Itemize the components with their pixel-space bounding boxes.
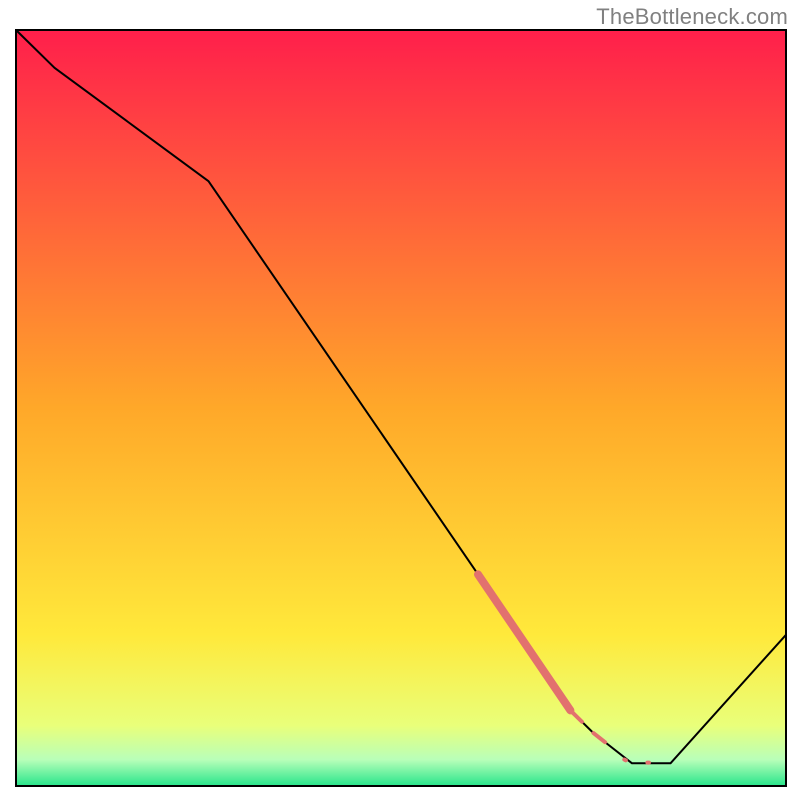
- gradient-background: [16, 30, 786, 786]
- bottleneck-chart: [0, 0, 800, 800]
- chart-container: TheBottleneck.com: [0, 0, 800, 800]
- watermark-text: TheBottleneck.com: [596, 4, 788, 30]
- plot-area: [16, 30, 786, 786]
- highlight-segment-3: [624, 760, 626, 761]
